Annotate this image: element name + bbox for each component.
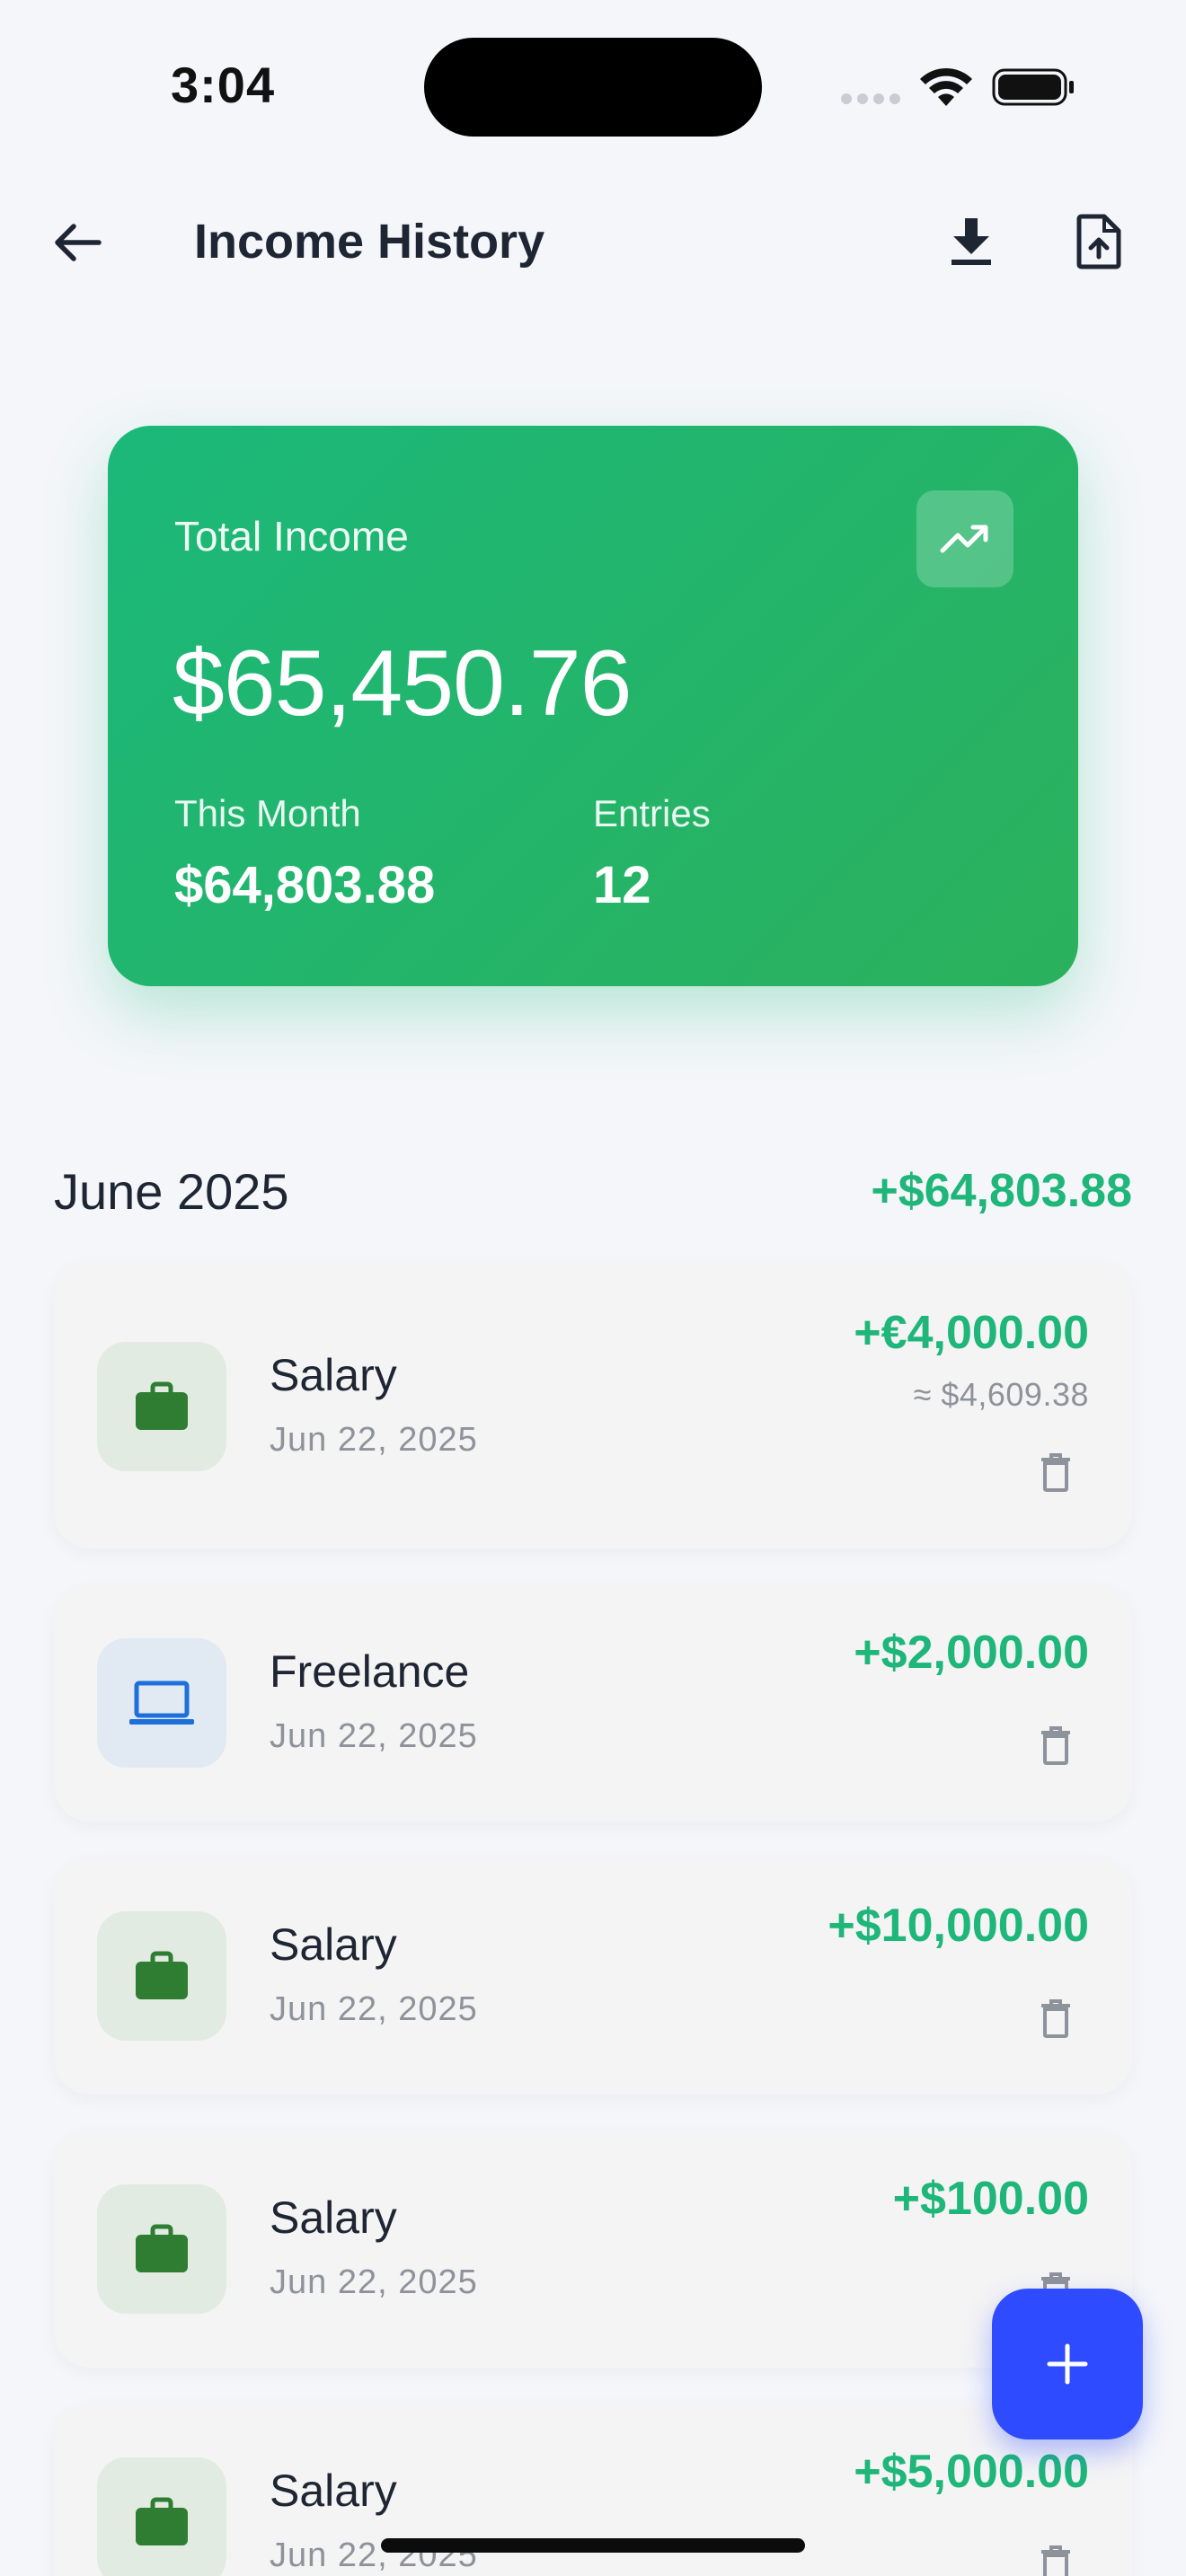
download-icon xyxy=(951,218,991,265)
back-button[interactable] xyxy=(45,216,108,269)
this-month-label: This Month xyxy=(174,792,361,834)
battery-icon xyxy=(992,68,1074,106)
entry-date: Jun 22, 2025 xyxy=(270,1421,478,1459)
entries-count: 12 xyxy=(593,856,651,914)
add-income-button[interactable] xyxy=(992,2289,1143,2439)
month-total: +$64,803.88 xyxy=(871,1165,1132,1217)
trend-badge xyxy=(916,490,1013,587)
delete-button[interactable] xyxy=(1031,1448,1080,1496)
home-indicator xyxy=(381,2538,805,2553)
status-bar: 3:04 xyxy=(0,0,1186,162)
wifi-icon xyxy=(920,67,972,106)
entry-title: Salary xyxy=(270,1350,397,1400)
laptop-icon xyxy=(129,1681,194,1725)
entry-amount: +$10,000.00 xyxy=(828,1900,1089,1952)
entry-date: Jun 22, 2025 xyxy=(270,2263,478,2301)
month-title: June 2025 xyxy=(54,1163,289,1220)
file-upload-icon xyxy=(1076,214,1121,269)
entries-label: Entries xyxy=(593,792,711,834)
entry-category-icon xyxy=(97,2184,226,2314)
entry-title: Freelance xyxy=(270,1646,470,1697)
entry-title: Salary xyxy=(270,2466,397,2516)
income-entry[interactable]: Salary Jun 22, 2025 +$100.00 xyxy=(54,2130,1132,2368)
entry-amount: +$100.00 xyxy=(892,2173,1089,2225)
delete-button[interactable] xyxy=(1031,1994,1080,2042)
income-entry[interactable]: Salary Jun 22, 2025 +€4,000.00 ≈ $4,609.… xyxy=(54,1261,1132,1548)
dynamic-island xyxy=(424,38,762,137)
entry-date: Jun 22, 2025 xyxy=(270,1990,478,2028)
delete-button[interactable] xyxy=(1031,2540,1080,2576)
delete-button[interactable] xyxy=(1031,1721,1080,1769)
entry-category-icon xyxy=(97,1911,226,2041)
entry-converted-amount: ≈ $4,609.38 xyxy=(913,1376,1089,1413)
this-month-value: $64,803.88 xyxy=(174,856,436,914)
income-entry[interactable]: Freelance Jun 22, 2025 +$2,000.00 xyxy=(54,1584,1132,1822)
export-button[interactable] xyxy=(1067,210,1130,273)
briefcase-icon xyxy=(136,1951,188,1999)
income-entry[interactable]: Salary Jun 22, 2025 +$10,000.00 xyxy=(54,1857,1132,2095)
download-button[interactable] xyxy=(940,210,1003,273)
briefcase-icon xyxy=(136,1381,188,1430)
month-section-header: June 2025 +$64,803.88 xyxy=(54,1159,1132,1227)
status-time: 3:04 xyxy=(171,57,276,113)
entry-category-icon xyxy=(97,2457,226,2576)
trash-icon xyxy=(1041,1999,1070,2038)
trash-icon xyxy=(1041,1726,1070,1765)
trash-icon xyxy=(1041,2545,1070,2576)
briefcase-icon xyxy=(136,2224,188,2272)
page-title: Income History xyxy=(194,215,545,269)
trash-icon xyxy=(1041,1453,1070,1492)
entry-category-icon xyxy=(97,1342,226,1471)
entry-amount: +$5,000.00 xyxy=(854,2446,1089,2498)
cellular-signal-icon xyxy=(841,93,902,106)
total-income-value: $65,450.76 xyxy=(173,631,633,736)
plus-icon xyxy=(1047,2343,1088,2385)
entry-amount: +$2,000.00 xyxy=(854,1627,1089,1679)
total-income-label: Total Income xyxy=(174,513,409,560)
trending-up-icon xyxy=(940,525,988,553)
entry-title: Salary xyxy=(270,2192,397,2243)
total-income-card: Total Income $65,450.76 This Month $64,8… xyxy=(108,426,1078,986)
entry-title: Salary xyxy=(270,1919,397,1970)
arrow-left-icon xyxy=(55,224,102,261)
app-header: Income History xyxy=(0,198,1186,287)
entry-date: Jun 22, 2025 xyxy=(270,1717,478,1755)
entry-category-icon xyxy=(97,1638,226,1768)
income-history-screen: 3:04 Income History Total Income $65,450… xyxy=(0,0,1186,2576)
briefcase-icon xyxy=(136,2497,188,2545)
entry-amount: +€4,000.00 xyxy=(854,1307,1089,1359)
